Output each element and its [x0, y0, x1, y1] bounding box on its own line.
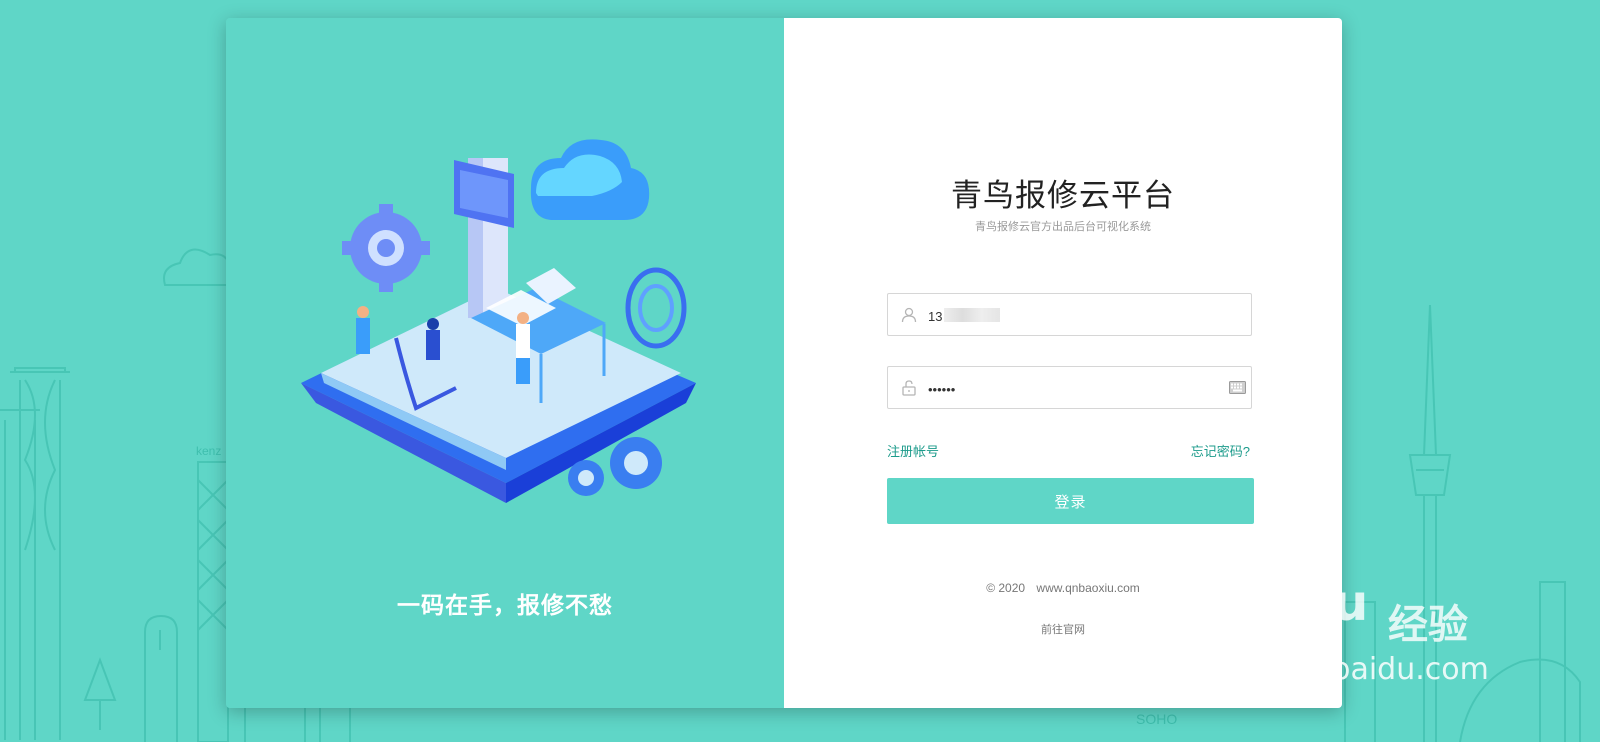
keyboard-icon[interactable]	[1229, 381, 1246, 394]
user-icon	[901, 307, 917, 323]
illustration-panel: 一码在手，报修不愁	[226, 18, 784, 708]
password-field[interactable]	[887, 366, 1252, 409]
register-link[interactable]: 注册帐号	[887, 441, 939, 460]
watermark-cn: 经验	[1388, 603, 1468, 647]
deco-label-kenz: kenz	[196, 444, 221, 458]
slogan-text: 一码在手，报修不愁	[397, 592, 613, 618]
baidu-jingyan-watermark: Baidu 经验 jingyan.baidu.com	[1200, 556, 1500, 696]
isometric-office-illustration	[301, 139, 696, 503]
watermark-logo: Baidu	[1208, 574, 1369, 632]
watermark-url: jingyan.baidu.com	[1212, 652, 1489, 687]
deco-label-soho: SOHO	[1136, 711, 1177, 727]
lock-icon	[902, 380, 916, 396]
login-button[interactable]: 登录	[887, 478, 1254, 524]
page-subtitle: 青鸟报修云官方出品后台可视化系统	[975, 221, 1151, 233]
copyright-site: www.qnbaoxiu.com	[1036, 581, 1140, 595]
login-card: 一码在手，报修不愁 青鸟报修云平台 青鸟报修云官方出品后台可视化系统 13 ••…	[226, 18, 1342, 708]
redacted-phone-mask	[944, 308, 1000, 322]
username-field[interactable]	[887, 293, 1252, 336]
password-input[interactable]	[926, 375, 1230, 403]
forgot-password-link[interactable]: 忘记密码?	[1191, 441, 1250, 460]
page-title: 青鸟报修云平台	[951, 178, 1175, 213]
copyright-year: © 2020	[986, 581, 1026, 595]
